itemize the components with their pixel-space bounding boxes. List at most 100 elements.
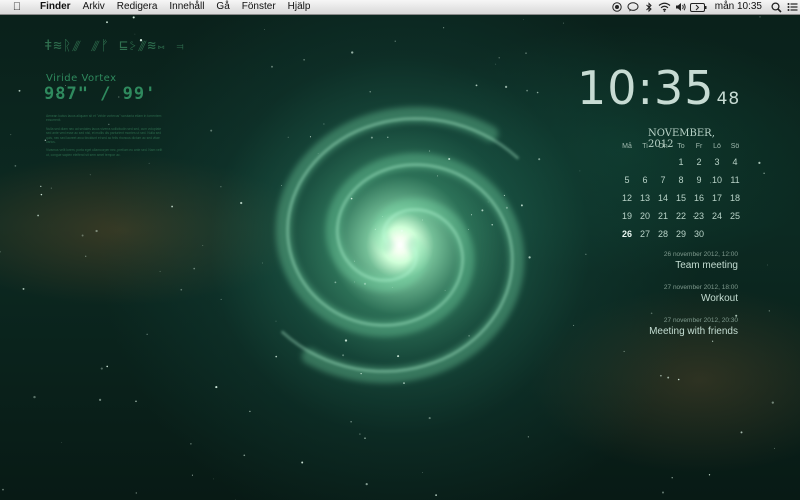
calendar-day[interactable]: 9 (690, 171, 708, 189)
star (275, 355, 278, 358)
star (391, 287, 393, 288)
calendar-day[interactable]: 8 (672, 171, 690, 189)
star (771, 401, 774, 404)
calendar-day[interactable]: 1 (672, 153, 690, 171)
calendar-day[interactable]: 7 (654, 171, 672, 189)
calendar-day (636, 153, 654, 171)
weekday-label: Må (622, 143, 632, 150)
star (85, 255, 87, 257)
calendar-day[interactable]: 23 (690, 207, 708, 225)
star (33, 395, 36, 399)
calendar-week-row: 12 13 14 15 16 17 18 (618, 189, 750, 207)
menubar-clock[interactable]: mån 10:35 (709, 0, 768, 14)
star (132, 16, 135, 19)
star (271, 65, 273, 68)
volume-icon[interactable] (673, 0, 689, 14)
star (740, 431, 743, 434)
spotlight-search-icon[interactable] (768, 0, 784, 14)
star (671, 477, 673, 479)
event-list: 26 november 2012, 12:00 Team meeting 27 … (600, 250, 738, 349)
star (40, 193, 43, 196)
calendar-day[interactable]: 2 (690, 153, 708, 171)
calendar-day[interactable]: 21 (654, 207, 672, 225)
desktop-clock: 10:35 48 (577, 62, 740, 125)
calendar-day[interactable]: 24 (708, 207, 726, 225)
star (50, 187, 52, 189)
star (525, 52, 527, 54)
star (275, 320, 277, 322)
event-item[interactable]: 27 november 2012, 18:00 Workout (600, 283, 738, 305)
star (444, 290, 446, 291)
calendar-day[interactable]: 5 (618, 171, 636, 189)
calendar-day[interactable]: 12 (618, 189, 636, 207)
event-title: Team meeting (675, 260, 738, 271)
menu-bar:  Finder Arkiv Redigera Innehåll Gå Föns… (0, 0, 800, 15)
calendar-day[interactable]: 18 (726, 189, 744, 207)
star (585, 253, 587, 255)
star (350, 421, 352, 423)
star (159, 270, 161, 272)
star (563, 22, 565, 24)
record-icon[interactable] (609, 0, 625, 14)
star (135, 492, 137, 494)
chat-bubble-icon[interactable] (625, 0, 641, 14)
calendar-day[interactable]: 26 (618, 225, 636, 243)
apple-menu-icon[interactable]:  (0, 0, 34, 14)
star (422, 472, 423, 473)
star (526, 89, 529, 92)
star (503, 194, 505, 196)
star (767, 264, 768, 266)
event-item[interactable]: 26 november 2012, 12:00 Team meeting (600, 250, 738, 272)
star (40, 185, 42, 187)
star (667, 376, 670, 379)
star (468, 335, 470, 337)
menu-hjalp[interactable]: Hjälp (282, 0, 317, 14)
calendar-day[interactable]: 16 (690, 189, 708, 207)
weekday-label: On (658, 143, 668, 150)
calendar-day[interactable]: 6 (636, 171, 654, 189)
star (448, 157, 451, 161)
calendar-day[interactable]: 28 (654, 225, 672, 243)
calendar-day[interactable]: 10 (708, 171, 726, 189)
widget-lore-text: Aenean luctus lacus aliquam sit et "viri… (46, 114, 164, 161)
menu-ga[interactable]: Gå (210, 0, 235, 14)
menu-fonster[interactable]: Fönster (236, 0, 282, 14)
lore-paragraph: Nulla sed diam nec ad sedales lacus vive… (46, 126, 162, 145)
calendar-week-row: 5 6 7 8 9 10 11 (618, 171, 750, 189)
star (504, 85, 508, 89)
star (261, 262, 263, 264)
calendar-day[interactable]: 3 (708, 153, 726, 171)
star (758, 161, 761, 164)
menu-redigera[interactable]: Redigera (111, 0, 164, 14)
event-item[interactable]: 27 november 2012, 20:30 Meeting with fri… (600, 316, 738, 338)
calendar-day[interactable]: 30 (690, 225, 708, 243)
menu-arkiv[interactable]: Arkiv (77, 0, 111, 14)
star (428, 417, 431, 420)
calendar-day[interactable]: 13 (636, 189, 654, 207)
star (106, 365, 109, 368)
notification-center-icon[interactable] (784, 0, 800, 14)
calendar-day[interactable]: 11 (726, 171, 744, 189)
calendar-day[interactable]: 14 (654, 189, 672, 207)
calendar-day[interactable]: 20 (636, 207, 654, 225)
calendar-day[interactable]: 29 (672, 225, 690, 243)
star (677, 378, 680, 381)
wifi-icon[interactable] (657, 0, 673, 14)
calendar-day[interactable]: 15 (672, 189, 690, 207)
star (475, 84, 478, 87)
battery-icon[interactable] (689, 0, 709, 14)
star (61, 442, 63, 443)
menu-finder[interactable]: Finder (34, 0, 77, 14)
star (106, 21, 108, 24)
lore-paragraph: Vivamus velit lorem, porta eget ullamcor… (46, 148, 163, 157)
bluetooth-icon[interactable] (641, 0, 657, 14)
star (303, 59, 305, 61)
calendar-day[interactable]: 27 (636, 225, 654, 243)
calendar-day[interactable]: 25 (726, 207, 744, 225)
star (481, 209, 484, 212)
calendar-day[interactable]: 4 (726, 153, 744, 171)
calendar-day[interactable]: 19 (618, 207, 636, 225)
calendar-day[interactable]: 17 (708, 189, 726, 207)
calendar-day[interactable]: 22 (672, 207, 690, 225)
menu-innehall[interactable]: Innehåll (163, 0, 210, 14)
